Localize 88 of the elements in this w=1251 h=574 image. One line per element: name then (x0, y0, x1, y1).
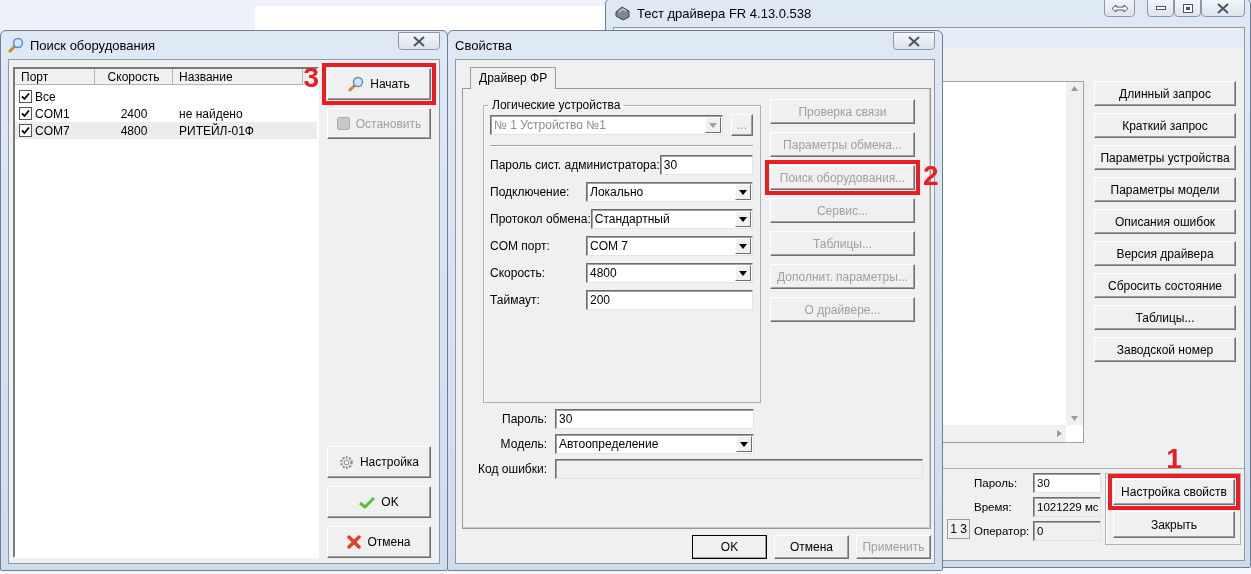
command-button[interactable]: Таблицы... (1094, 305, 1236, 330)
close-icon (1216, 2, 1230, 14)
input-field[interactable]: 200 (586, 290, 753, 310)
command-button[interactable]: Описания ошибок (1094, 209, 1236, 234)
window-title: Поиск оборудования (30, 37, 155, 53)
dropdown-field[interactable]: Автоопределение (555, 434, 754, 454)
double-arrow-icon (1110, 3, 1129, 13)
dropdown-arrow-icon (739, 216, 747, 222)
window-title: Свойства (455, 37, 513, 53)
field-label: Пароль: (974, 477, 1019, 489)
scroll-arrow-icon (1071, 416, 1078, 421)
close-icon (412, 35, 426, 47)
step-number: 1 (1166, 445, 1182, 473)
column-header[interactable]: Название (173, 69, 303, 85)
cancel-button[interactable]: Отмена (327, 526, 431, 558)
command-button[interactable]: Сбросить состояние (1094, 273, 1236, 298)
field-label: Время: (974, 501, 1013, 513)
minimize-icon (1155, 6, 1166, 10)
field-label: Подключение: (490, 185, 571, 199)
command-button[interactable]: Длинный запрос (1094, 81, 1236, 106)
step-number: 2 (923, 162, 939, 190)
close-icon (907, 35, 921, 47)
field-label: COM порт: (490, 239, 551, 253)
dropdown-field[interactable]: Стандартный (590, 209, 753, 229)
table-cell-text: 2400 (119, 106, 149, 121)
table-cell-text: РИТЕЙЛ-01Ф (178, 123, 255, 138)
tab[interactable]: Драйвер ФР (470, 67, 557, 89)
gear-icon (338, 454, 354, 470)
command-button[interactable]: Заводской номер (1094, 337, 1236, 362)
table-cell: COM7 (35, 123, 70, 138)
field-label: Модель: (499, 437, 548, 451)
column-header[interactable]: Порт (15, 69, 95, 85)
stop-icon (336, 117, 350, 130)
table-cell: Все (35, 89, 56, 104)
field-label: Таймаут: (490, 293, 541, 307)
command-button[interactable]: Параметры модели (1094, 177, 1236, 202)
field-label: Скорость: (490, 266, 547, 280)
search-icon (348, 76, 365, 92)
close-button[interactable] (893, 32, 935, 50)
dropdown-field[interactable]: 4800 (586, 263, 753, 283)
command-button[interactable]: Краткий запрос (1094, 113, 1236, 138)
dialog-button[interactable]: OK (692, 535, 767, 559)
search-icon (8, 37, 24, 53)
maximize-button[interactable] (1174, 0, 1201, 17)
command-button[interactable]: Параметры устройства (1094, 145, 1236, 170)
dialog-button[interactable]: Отмена (774, 535, 849, 559)
cross-icon (347, 535, 362, 549)
readonly-field: 1 3 (947, 519, 970, 539)
readonly-field: 0 (1033, 521, 1101, 541)
input-field[interactable]: 30 (555, 409, 754, 429)
dropdown-arrow-icon (740, 441, 748, 447)
minimize-button[interactable] (1147, 0, 1174, 17)
dropdown-arrow-icon (709, 122, 717, 128)
field-label: Протокол обмена: (490, 212, 591, 226)
dropdown-arrow-icon (739, 270, 747, 276)
field-label: Пароль: (501, 412, 548, 426)
window-title: Тест драйвера FR 4.13.0.538 (637, 5, 812, 21)
column-header[interactable]: Скорость (95, 69, 173, 85)
close-button[interactable] (1201, 0, 1245, 17)
checkbox[interactable] (19, 107, 32, 120)
close-button[interactable]: Закрыть (1113, 511, 1235, 538)
maximize-icon (1182, 3, 1193, 13)
checkbox[interactable] (19, 90, 32, 103)
settings-button[interactable]: Настройка (327, 446, 431, 478)
vertical-scrollbar[interactable] (1066, 82, 1083, 425)
dropdown-field[interactable]: Локально (586, 182, 753, 202)
input-field[interactable]: 30 (1033, 473, 1101, 493)
check-icon (359, 495, 376, 509)
table-cell: COM1 (35, 106, 70, 121)
group-title: Логические устройства (491, 98, 622, 112)
close-button[interactable] (398, 32, 440, 50)
ok-button[interactable]: OK (327, 486, 431, 518)
dropdown-field[interactable]: COM 7 (586, 236, 753, 256)
scroll-arrow-icon (1057, 430, 1062, 437)
field-label: Код ошибки: (477, 462, 548, 476)
dropdown-arrow-icon (739, 243, 747, 249)
table-cell-text: 4800 (119, 123, 149, 138)
readonly-field: 1021229 мс (1033, 497, 1101, 517)
field-label: Пароль сист. администратора: (490, 158, 660, 172)
scroll-arrow-icon (1071, 86, 1078, 91)
input-field[interactable]: 30 (659, 155, 753, 175)
resize-button[interactable] (1104, 0, 1135, 17)
field-label: Оператор: (974, 525, 1031, 537)
dropdown-arrow-icon (739, 189, 747, 195)
port-row[interactable]: COM7 4800 РИТЕЙЛ-01Ф (15, 122, 317, 139)
table-cell-text: не найдено (178, 106, 244, 121)
command-button[interactable]: Версия драйвера (1094, 241, 1236, 266)
checkbox[interactable] (19, 124, 32, 137)
